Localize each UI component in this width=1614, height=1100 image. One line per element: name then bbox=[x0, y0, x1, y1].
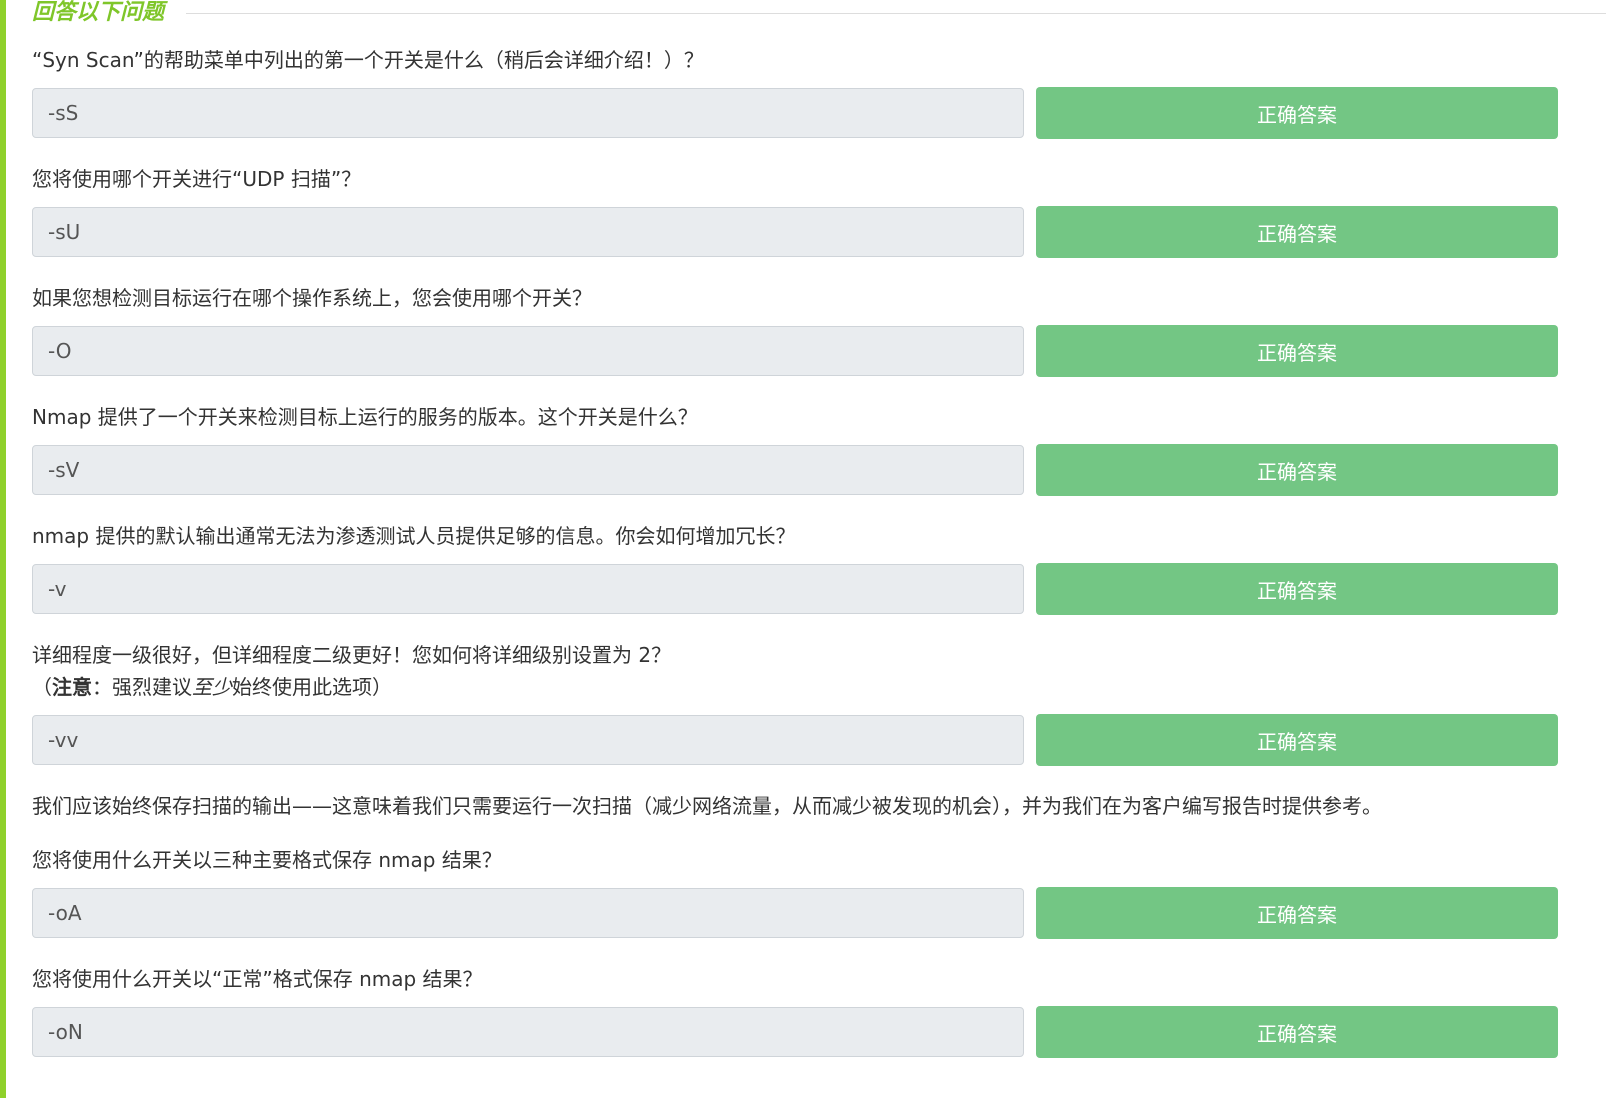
answer-row-8: 正确答案 bbox=[32, 1006, 1606, 1058]
question-3: 如果您想检测目标运行在哪个操作系统上，您会使用哪个开关？ bbox=[32, 282, 1606, 314]
answer-row-5: 正确答案 bbox=[32, 563, 1606, 615]
question-6-note-label: 注意 bbox=[52, 675, 92, 699]
answer-row-7: 正确答案 bbox=[32, 887, 1606, 939]
question-6-note-open: （ bbox=[32, 675, 52, 699]
correct-answer-button-2[interactable]: 正确答案 bbox=[1036, 206, 1558, 258]
correct-answer-button-4[interactable]: 正确答案 bbox=[1036, 444, 1558, 496]
question-6-line-2: （注意：强烈建议至少始终使用此选项） bbox=[32, 671, 1606, 703]
correct-answer-button-8[interactable]: 正确答案 bbox=[1036, 1006, 1558, 1058]
question-7-text: 您将使用什么开关以三种主要格式保存 nmap 结果？ bbox=[32, 848, 502, 872]
answer-input-3[interactable] bbox=[32, 326, 1024, 376]
answer-row-2: 正确答案 bbox=[32, 206, 1606, 258]
answer-input-8[interactable] bbox=[32, 1007, 1024, 1057]
question-6-note-text-a: ：强烈建议 bbox=[92, 675, 192, 699]
answer-row-1: 正确答案 bbox=[32, 87, 1606, 139]
correct-answer-button-6[interactable]: 正确答案 bbox=[1036, 714, 1558, 766]
answer-input-7[interactable] bbox=[32, 888, 1024, 938]
correct-answer-button-3[interactable]: 正确答案 bbox=[1036, 325, 1558, 377]
answer-row-6: 正确答案 bbox=[32, 714, 1606, 766]
question-4: Nmap 提供了一个开关来检测目标上运行的服务的版本。这个开关是什么？ bbox=[32, 401, 1606, 433]
question-6-note-emphasis: 至少 bbox=[192, 675, 232, 699]
question-3-text: 如果您想检测目标运行在哪个操作系统上，您会使用哪个开关？ bbox=[32, 286, 592, 310]
question-6-line-1: 详细程度一级很好，但详细程度二级更好！您如何将详细级别设置为 2？ bbox=[32, 643, 672, 667]
question-5: nmap 提供的默认输出通常无法为渗透测试人员提供足够的信息。你会如何增加冗长？ bbox=[32, 520, 1606, 552]
section-header: 回答以下问题 bbox=[32, 0, 1606, 28]
question-1-text: “Syn Scan”的帮助菜单中列出的第一个开关是什么（稍后会详细介绍！）？ bbox=[32, 48, 704, 72]
question-5-text: nmap 提供的默认输出通常无法为渗透测试人员提供足够的信息。你会如何增加冗长？ bbox=[32, 524, 796, 548]
question-6: 详细程度一级很好，但详细程度二级更好！您如何将详细级别设置为 2？ （注意：强烈… bbox=[32, 639, 1606, 703]
question-2: 您将使用哪个开关进行“UDP 扫描”？ bbox=[32, 163, 1606, 195]
answer-input-6[interactable] bbox=[32, 715, 1024, 765]
question-answer-list: “Syn Scan”的帮助菜单中列出的第一个开关是什么（稍后会详细介绍！）？ 正… bbox=[32, 44, 1606, 1058]
section-title: 回答以下问题 bbox=[32, 0, 165, 25]
answer-input-5[interactable] bbox=[32, 564, 1024, 614]
question-1: “Syn Scan”的帮助菜单中列出的第一个开关是什么（稍后会详细介绍！）？ bbox=[32, 44, 1606, 76]
question-4-text: Nmap 提供了一个开关来检测目标上运行的服务的版本。这个开关是什么？ bbox=[32, 405, 698, 429]
page-container: 回答以下问题 “Syn Scan”的帮助菜单中列出的第一个开关是什么（稍后会详细… bbox=[0, 0, 1614, 1098]
answer-input-2[interactable] bbox=[32, 207, 1024, 257]
answer-row-4: 正确答案 bbox=[32, 444, 1606, 496]
correct-answer-button-1[interactable]: 正确答案 bbox=[1036, 87, 1558, 139]
question-7: 您将使用什么开关以三种主要格式保存 nmap 结果？ bbox=[32, 844, 1606, 876]
correct-answer-button-7[interactable]: 正确答案 bbox=[1036, 887, 1558, 939]
question-8-text: 您将使用什么开关以“正常”格式保存 nmap 结果？ bbox=[32, 967, 483, 991]
answer-input-4[interactable] bbox=[32, 445, 1024, 495]
info-paragraph: 我们应该始终保存扫描的输出——这意味着我们只需要运行一次扫描（减少网络流量，从而… bbox=[32, 794, 1382, 818]
question-2-text: 您将使用哪个开关进行“UDP 扫描”？ bbox=[32, 167, 362, 191]
correct-answer-button-5[interactable]: 正确答案 bbox=[1036, 563, 1558, 615]
answer-row-3: 正确答案 bbox=[32, 325, 1606, 377]
question-6-note-text-b: 始终使用此选项） bbox=[232, 675, 392, 699]
answer-input-1[interactable] bbox=[32, 88, 1024, 138]
question-8: 您将使用什么开关以“正常”格式保存 nmap 结果？ bbox=[32, 963, 1606, 995]
section-divider bbox=[186, 12, 1606, 14]
